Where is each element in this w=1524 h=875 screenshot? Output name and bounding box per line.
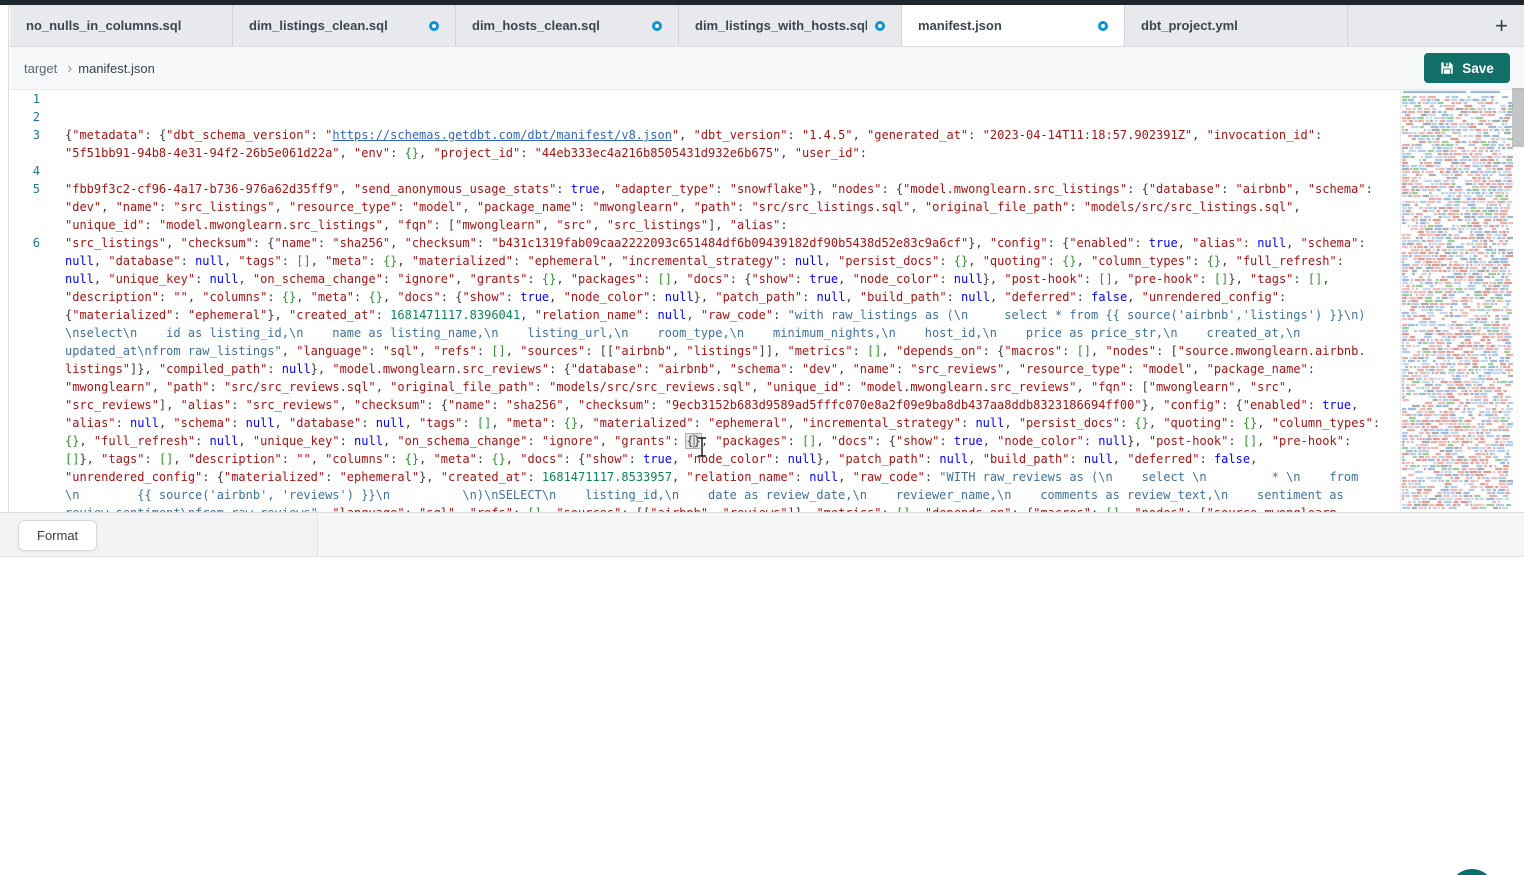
code-text: "5f51bb91-94b8-4e31-94f2-26b5e061d22a", … [65,146,867,160]
code-row: "unique_id": "model.mwonglearn.src_listi… [10,216,1400,234]
editor-scrollbar-thumb[interactable] [1512,88,1524,147]
code-text: "dev", "name": "src_listings", "resource… [65,200,1301,214]
code-text: "description": "", "columns": {}, "meta"… [65,290,1286,304]
ide-window: no_nulls_in_columns.sql dim_listings_clea… [0,0,1524,875]
tab-dim_listings_clean.sql[interactable]: dim_listings_clean.sql [233,5,456,46]
code-row: "src_reviews"], "alias": "src_reviews", … [10,396,1400,414]
code-row: "5f51bb91-94b8-4e31-94f2-26b5e061d22a", … [10,144,1400,162]
code-row: 1 [10,90,1400,108]
code-text: "src_reviews"], "alias": "src_reviews", … [65,398,1358,412]
code-row: 4 [10,162,1400,180]
code-row: listings"]}, "compiled_path": null}, "mo… [10,360,1400,378]
tab-label: dbt_project.yml [1141,18,1238,33]
collapsed-left-panel[interactable] [0,5,9,556]
code-text: \nselect\n id as listing_id,\n name as l… [65,326,1300,340]
tab-no_nulls_in_columns.sql[interactable]: no_nulls_in_columns.sql [10,5,233,46]
tab-label: dim_listings_with_hosts.sql [695,18,867,33]
bottom-panel-bar: Format [0,512,1524,557]
code-text: "unique_id": "model.mwonglearn.src_listi… [65,218,788,232]
format-button[interactable]: Format [18,520,97,551]
code-row: "dev", "name": "src_listings", "resource… [10,198,1400,216]
tab-label: dim_hosts_clean.sql [472,18,600,33]
save-icon [1440,61,1454,75]
code-text: "alias": null, "schema": null, "database… [65,416,1380,430]
code-rows: 123 {"metadata": {"dbt_schema_version": "… [10,90,1400,512]
panel-divider [317,513,318,557]
code-text: updated_at\nfrom raw_listings", "languag… [65,344,1366,358]
code-text: {}, "full_refresh": null, "unique_key": … [65,434,1351,448]
code-row: "alias": null, "schema": null, "database… [10,414,1400,432]
line-number: 1 [10,90,40,108]
tab-bar: no_nulls_in_columns.sql dim_listings_clea… [10,5,1524,47]
editor-minimap[interactable] [1400,90,1513,512]
code-row: \n {{ source('airbnb', 'reviews') }}\n \… [10,486,1400,504]
code-row: null, "database": null, "tags": [], "met… [10,252,1400,270]
code-text: "src_listings", "checksum": {"name": "sh… [65,236,1366,250]
unsaved-changes-dot[interactable] [875,21,885,31]
breadcrumb-folder: target [24,61,57,76]
code-row: updated_at\nfrom raw_listings", "languag… [10,342,1400,360]
line-number: 6 [10,234,40,252]
line-number: 5 [10,180,40,198]
code-row: review_sentiment\nfrom raw_reviews", "la… [10,504,1400,512]
tab-label: no_nulls_in_columns.sql [26,18,181,33]
tab-label: manifest.json [918,18,1002,33]
code-row: \nselect\n id as listing_id,\n name as l… [10,324,1400,342]
tab-dim_hosts_clean.sql[interactable]: dim_hosts_clean.sql [456,5,679,46]
tab-dim_listings_with_hosts.sql[interactable]: dim_listings_with_hosts.sql [679,5,902,46]
code-text: "unrendered_config": {"materialized": "e… [65,470,1358,484]
code-row: {"materialized": "ephemeral"}, "created_… [10,306,1400,324]
breadcrumb-bar: target › manifest.json Save [10,47,1524,90]
code-row: null, "unique_key": null, "on_schema_cha… [10,270,1400,288]
line-number: 2 [10,108,40,126]
code-text: listings"]}, "compiled_path": null}, "mo… [65,362,1315,376]
code-row: []}, "tags": [], "description": "", "col… [10,450,1400,468]
code-row: 6 "src_listings", "checksum": {"name": "s… [10,234,1400,252]
code-text: {"materialized": "ephemeral"}, "created_… [65,308,1366,322]
breadcrumb-chevron-icon: › [67,60,72,77]
code-row: "description": "", "columns": {}, "meta"… [10,288,1400,306]
unsaved-changes-dot[interactable] [1098,21,1108,31]
line-number: 4 [10,162,40,180]
code-text: []}, "tags": [], "description": "", "col… [65,452,1257,466]
code-row: 3 {"metadata": {"dbt_schema_version": "ht… [10,126,1400,144]
code-text: \n {{ source('airbnb', 'reviews') }}\n \… [65,488,1344,502]
tab-label: dim_listings_clean.sql [249,18,388,33]
code-text: null, "database": null, "tags": [], "met… [65,254,1344,268]
code-text: {"metadata": {"dbt_schema_version": "htt… [65,128,1322,142]
code-text: "mwonglearn", "path": "src/src_reviews.s… [65,380,1293,394]
save-button[interactable]: Save [1424,53,1510,83]
tab-bar-tabs: no_nulls_in_columns.sql dim_listings_clea… [10,5,1348,46]
tab-manifest.json[interactable]: manifest.json [902,5,1125,46]
unsaved-changes-dot[interactable] [652,21,662,31]
breadcrumb-file: manifest.json [78,61,155,76]
tab-dbt_project.yml[interactable]: dbt_project.yml [1125,5,1348,46]
save-button-label: Save [1462,61,1494,76]
code-text: "fbb9f3c2-cf96-4a17-b736-976a62d35ff9", … [65,182,1373,196]
code-row: 2 [10,108,1400,126]
code-row: 5 "fbb9f3c2-cf96-4a17-b736-976a62d35ff9",… [10,180,1400,198]
code-row: "mwonglearn", "path": "src/src_reviews.s… [10,378,1400,396]
code-row: {}, "full_refresh": null, "unique_key": … [10,432,1400,450]
new-tab-button[interactable]: + [1489,16,1514,36]
line-number: 3 [10,126,40,144]
code-row: "unrendered_config": {"materialized": "e… [10,468,1400,486]
code-text: null, "unique_key": null, "on_schema_cha… [65,272,1330,286]
bottom-panel-right [318,513,1524,556]
tab-bar-rest: + [1348,5,1524,46]
code-editor[interactable]: 123 {"metadata": {"dbt_schema_version": "… [10,90,1400,512]
results-empty-area [0,557,1524,875]
unsaved-changes-dot[interactable] [429,21,439,31]
